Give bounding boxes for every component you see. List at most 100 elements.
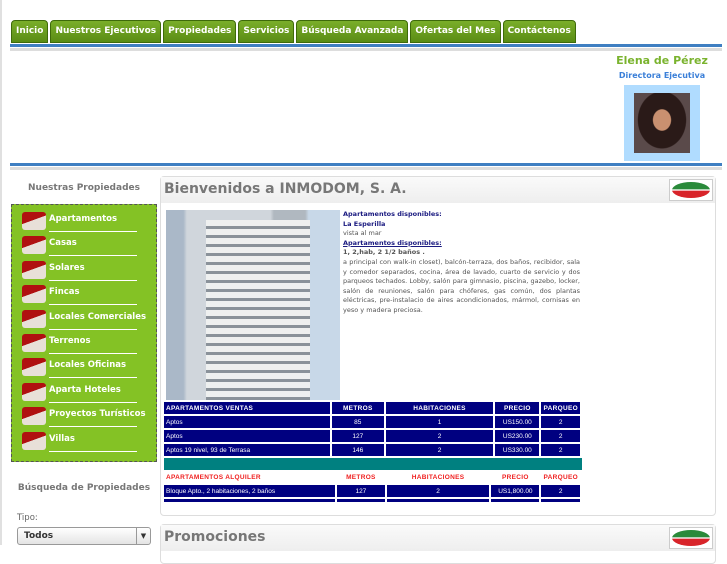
desc-view: vista al mar [343, 229, 382, 238]
table-cell: 146 [331, 444, 384, 456]
tipo-label: Tipo: [17, 513, 38, 523]
menu-item-label: Terrenos [49, 336, 91, 346]
menu-item-aparta-hoteles[interactable]: Aparta Hoteles [18, 381, 152, 405]
rent-table: APARTAMENTOS ALQUILER METROS HABITACIONES P… [162, 469, 582, 504]
table-row [164, 499, 580, 502]
tipo-select[interactable]: Todos ▼ [17, 527, 151, 545]
table-cell [491, 499, 540, 502]
house-icon [22, 260, 46, 279]
menu-item-terrenos[interactable]: Terrenos [18, 332, 152, 356]
underline [49, 377, 137, 379]
menu-item-label: Locales Oficinas [49, 360, 127, 371]
table-cell: US1,800.00 [491, 485, 540, 497]
menu-item-label: Villas [49, 433, 75, 444]
property-menu: Apartamentos Casas Solares Fincas Locales Co… [11, 204, 157, 462]
nav-inicio[interactable]: Inicio [11, 20, 49, 43]
table-cell: 1 [385, 416, 494, 428]
table-cell [541, 499, 580, 502]
column-header: METROS [346, 473, 376, 481]
table-cell [336, 499, 385, 502]
house-icon [22, 407, 46, 426]
house-icon [22, 309, 46, 328]
column-header: APARTAMENTOS ALQUILER [166, 473, 261, 481]
menu-item-label: Casas [49, 238, 77, 249]
chevron-down-icon: ▼ [136, 528, 150, 544]
table-cell: US150.00 [495, 416, 540, 428]
divider [10, 167, 722, 170]
table-cell: 2 [385, 444, 494, 456]
table-row: Aptos 19 nivel, 93 de Terrasa 146 2 US330.0… [164, 444, 580, 456]
table-cell: 2 [541, 485, 580, 497]
executive-photo [624, 85, 700, 161]
menu-item-casas[interactable]: Casas [18, 234, 152, 258]
sidebar-title: Nuestras Propiedades [28, 183, 140, 193]
main-nav: Inicio Nuestros Ejecutivos Propiedades S… [11, 20, 576, 43]
menu-item-villas[interactable]: Villas [18, 430, 152, 454]
nav-busqueda[interactable]: Búsqueda Avanzada [296, 20, 409, 43]
underline [49, 328, 137, 330]
menu-item-locales-oficinas[interactable]: Locales Oficinas [18, 356, 152, 380]
building-photo [166, 210, 340, 400]
table-header: APARTAMENTOS ALQUILER METROS HABITACIONES P… [164, 471, 580, 483]
underline [49, 255, 137, 257]
desc-location: La Esperilla [343, 219, 386, 228]
house-icon [22, 236, 46, 255]
underline [49, 231, 137, 232]
sales-table: APARTAMENTOS VENTAS METROS HABITACIONES PRE… [162, 400, 582, 458]
table-cell: 2 [541, 416, 580, 428]
table-cell: 127 [331, 430, 384, 442]
menu-item-label: Fincas [49, 287, 80, 298]
underline [49, 426, 137, 428]
divider [10, 163, 722, 166]
menu-item-locales-comerciales[interactable]: Locales Comerciales [18, 308, 152, 332]
menu-item-proyectos-turísticos[interactable]: Proyectos Turísticos [18, 405, 152, 429]
table-cell: 85 [331, 416, 384, 428]
table-cell: 127 [336, 485, 385, 497]
house-icon [22, 358, 46, 377]
table-cell: 2 [541, 444, 580, 456]
table-cell: 2 [541, 430, 580, 442]
divider [10, 48, 722, 51]
column-header: PRECIO [502, 473, 529, 481]
house-icon [22, 334, 46, 352]
table-cell: Aptos [164, 430, 330, 442]
nav-ofertas[interactable]: Ofertas del Mes [410, 20, 501, 43]
table-cell: 2 [386, 485, 490, 497]
table-cell [164, 499, 335, 502]
menu-item-solares[interactable]: Solares [18, 259, 152, 283]
menu-item-label: Locales Comerciales [49, 311, 147, 322]
table-cell: Aptos 19 nivel, 93 de Terrasa [164, 444, 330, 456]
column-header: PARQUEO [543, 473, 578, 481]
nav-propiedades[interactable]: Propiedades [163, 20, 237, 43]
menu-item-label: Proyectos Turísticos [49, 409, 146, 420]
table-cell: Bloque Apto., 2 habitaciones, 2 baños [164, 485, 335, 497]
underline [49, 353, 137, 354]
table-cell [386, 499, 490, 502]
column-header: HABITACIONES [411, 473, 465, 481]
house-icon [22, 285, 46, 304]
nav-servicios[interactable]: Servicios [238, 20, 295, 43]
table-row: Bloque Apto., 2 habitaciones, 2 baños 127… [164, 485, 580, 497]
menu-item-fincas[interactable]: Fincas [18, 283, 152, 307]
promo-panel: Promociones [160, 524, 716, 564]
divider [10, 44, 722, 47]
nav-ejecutivos[interactable]: Nuestros Ejecutivos [50, 20, 162, 43]
table-cell: US330.00 [495, 444, 540, 456]
tipo-value: Todos [24, 531, 54, 541]
property-description: Apartamentos disponibles: La Esperilla v… [343, 210, 580, 316]
underline [49, 401, 137, 403]
inmodom-logo [669, 179, 713, 201]
column-header: APARTAMENTOS VENTAS [164, 402, 330, 414]
menu-item-label: Aparta Hoteles [49, 384, 121, 395]
underline [49, 450, 137, 452]
executive-name: Elena de Pérez [616, 54, 708, 67]
menu-item-label: Solares [49, 262, 85, 273]
underline [49, 304, 137, 306]
underline [49, 279, 137, 281]
house-icon [22, 382, 46, 401]
nav-contactenos[interactable]: Contáctenos [502, 20, 576, 43]
table-cell: US230.00 [495, 430, 540, 442]
menu-item-apartamentos[interactable]: Apartamentos [18, 210, 152, 234]
desc-link[interactable]: Apartamentos disponibles: [343, 239, 580, 249]
desc-rooms: 1, 2,hab, 2 1/2 baños . [343, 248, 425, 257]
